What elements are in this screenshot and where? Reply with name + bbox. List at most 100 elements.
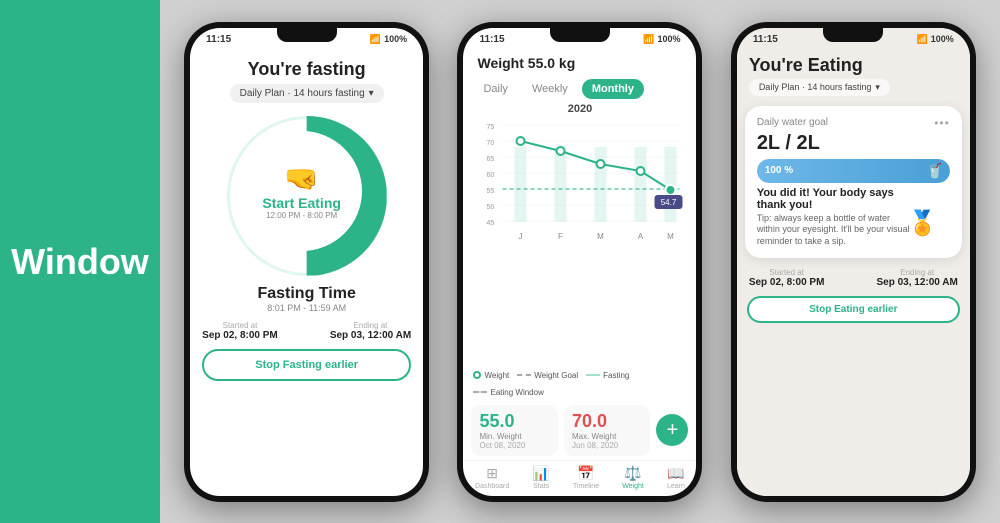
wifi-icon-2: 📶: [643, 34, 654, 45]
svg-text:M: M: [668, 232, 675, 241]
status-time-1: 11:15: [206, 34, 231, 45]
wifi-icon-3: 📶: [917, 34, 928, 45]
eating-line: [473, 391, 487, 393]
hand-icon: 🤜: [284, 162, 319, 195]
svg-text:F: F: [559, 232, 564, 241]
progress-bar-fill: 100 %: [757, 159, 950, 183]
glass-icon: 🥤: [926, 162, 943, 179]
weight-icon: ⚖️: [624, 465, 641, 482]
phone-2-inner: 11:15 📶 100% Weight 55.0 kg Daily Weekly…: [463, 28, 696, 496]
chart-header: Weight 55.0 kg: [463, 47, 696, 75]
status-time-3: 11:15: [753, 34, 778, 45]
svg-text:60: 60: [487, 172, 495, 179]
phone-1-inner: 11:15 📶 100% You're fasting Daily Plan ·…: [190, 28, 423, 496]
phone-2-notch: [550, 28, 610, 42]
legend-eating-window: Eating Window: [473, 388, 543, 397]
svg-text:50: 50: [487, 204, 495, 211]
chart-legend: Weight Weight Goal Fasting Eating Window: [463, 367, 696, 401]
tab-daily[interactable]: Daily: [473, 79, 517, 99]
nav-weight[interactable]: ⚖️ Weight: [622, 465, 644, 490]
svg-text:75: 75: [487, 124, 495, 131]
tip-text: Tip: always keep a bottle of water withi…: [757, 213, 914, 248]
started-item: Started at Sep 02, 8:00 PM: [202, 321, 278, 341]
circle-inner: 🤜 Start Eating 12:00 PM - 8:00 PM: [242, 131, 362, 251]
progress-text: 100 %: [765, 165, 793, 176]
water-menu-dots[interactable]: •••: [934, 116, 950, 130]
svg-text:45: 45: [487, 220, 495, 227]
status-icons-2: 📶 100%: [643, 34, 680, 45]
stop-fasting-button[interactable]: Stop Fasting earlier: [202, 349, 411, 381]
plan-badge-3[interactable]: Daily Plan · 14 hours fasting ▾: [749, 79, 890, 96]
min-weight-value: 55.0: [479, 411, 550, 432]
goal-line: [517, 374, 531, 376]
chart-area: 75 70 65 60 55 50 45: [463, 117, 696, 367]
stop-eating-button[interactable]: Stop Eating earlier: [747, 296, 960, 323]
phone-3: 11:15 📶 100% You're Eating Daily Plan · …: [731, 22, 976, 502]
svg-text:65: 65: [487, 156, 495, 163]
eating-time: 12:00 PM - 8:00 PM: [266, 211, 337, 220]
stats-icon: 📊: [532, 465, 549, 482]
chevron-icon-3: ▾: [875, 82, 880, 93]
phone-2: 11:15 📶 100% Weight 55.0 kg Daily Weekly…: [457, 22, 702, 502]
status-time-2: 11:15: [479, 34, 504, 45]
status-icons-1: 📶 100%: [370, 34, 407, 45]
learn-icon: 📖: [667, 465, 684, 482]
wifi-icon: 📶: [370, 34, 381, 45]
fasting-line: [586, 374, 600, 376]
progress-bar: 100 % 🥤: [757, 159, 950, 183]
water-goal-card: Daily water goal ••• 2L / 2L 100 % 🥤 You…: [745, 106, 962, 258]
ending-item: Ending at Sep 03, 12:00 AM: [330, 321, 411, 341]
started-item-3: Started at Sep 02, 8:00 PM: [749, 268, 825, 288]
timeline-icon: 📅: [577, 465, 594, 482]
fasting-title: You're fasting: [248, 59, 366, 80]
dashboard-icon: ⊞: [486, 465, 498, 482]
max-weight-label: Max. Weight: [572, 432, 643, 441]
stat-card-max: 70.0 Max. Weight Jun 08, 2020: [564, 405, 651, 456]
window-label: Window: [0, 0, 160, 523]
max-weight-date: Jun 08, 2020: [572, 441, 643, 450]
svg-text:A: A: [638, 232, 644, 241]
nav-dashboard[interactable]: ⊞ Dashboard: [475, 465, 509, 490]
success-text: You did it! Your body says thank you!: [757, 187, 914, 211]
add-weight-button[interactable]: +: [656, 414, 688, 446]
weight-chart-svg: 75 70 65 60 55 50 45: [473, 117, 686, 247]
svg-text:55: 55: [487, 188, 495, 195]
plan-badge-1[interactable]: Daily Plan · 14 hours fasting ▾: [230, 84, 384, 103]
min-weight-label: Min. Weight: [479, 432, 550, 441]
nav-stats[interactable]: 📊 Stats: [532, 465, 549, 490]
battery-icon-3: 100%: [931, 34, 954, 44]
water-title: Daily water goal: [757, 117, 828, 128]
medal-icon: 🏅: [908, 209, 938, 238]
tab-monthly[interactable]: Monthly: [582, 79, 644, 99]
chevron-icon: ▾: [369, 88, 374, 99]
water-amount: 2L / 2L: [757, 132, 950, 155]
phones-area: 11:15 📶 100% You're fasting Daily Plan ·…: [160, 0, 1000, 523]
legend-fasting: Fasting: [586, 371, 629, 380]
eating-header: You're Eating Daily Plan · 14 hours fast…: [737, 47, 970, 100]
stat-card-min: 55.0 Min. Weight Oct 08, 2020: [471, 405, 558, 456]
start-eating-label: Start Eating: [262, 195, 341, 211]
phone-3-notch: [823, 28, 883, 42]
weight-dot: [473, 371, 481, 379]
battery-icon: 100%: [384, 34, 407, 44]
chart-year: 2020: [463, 103, 696, 115]
bottom-nav-2: ⊞ Dashboard 📊 Stats 📅 Timeline ⚖️ Weight…: [463, 460, 696, 496]
phone-3-inner: 11:15 📶 100% You're Eating Daily Plan · …: [737, 28, 970, 496]
fasting-time: 8:01 PM - 11:59 AM: [267, 303, 346, 313]
svg-text:70: 70: [487, 140, 495, 147]
nav-timeline[interactable]: 📅 Timeline: [573, 465, 599, 490]
legend-weight-goal: Weight Goal: [517, 371, 578, 380]
chart-title: Weight 55.0 kg: [477, 55, 682, 71]
min-weight-date: Oct 08, 2020: [479, 441, 550, 450]
svg-text:M: M: [598, 232, 605, 241]
phone-notch: [277, 28, 337, 42]
nav-learn[interactable]: 📖 Learn: [667, 465, 685, 490]
phone-1: 11:15 📶 100% You're fasting Daily Plan ·…: [184, 22, 429, 502]
dates-row-3: Started at Sep 02, 8:00 PM Ending at Sep…: [737, 264, 970, 292]
tab-weekly[interactable]: Weekly: [522, 79, 578, 99]
svg-text:J: J: [519, 232, 523, 241]
battery-icon-2: 100%: [657, 34, 680, 44]
svg-text:54.7: 54.7: [661, 198, 677, 207]
fasting-label: Fasting Time: [257, 285, 355, 303]
water-card-header: Daily water goal •••: [757, 116, 950, 130]
